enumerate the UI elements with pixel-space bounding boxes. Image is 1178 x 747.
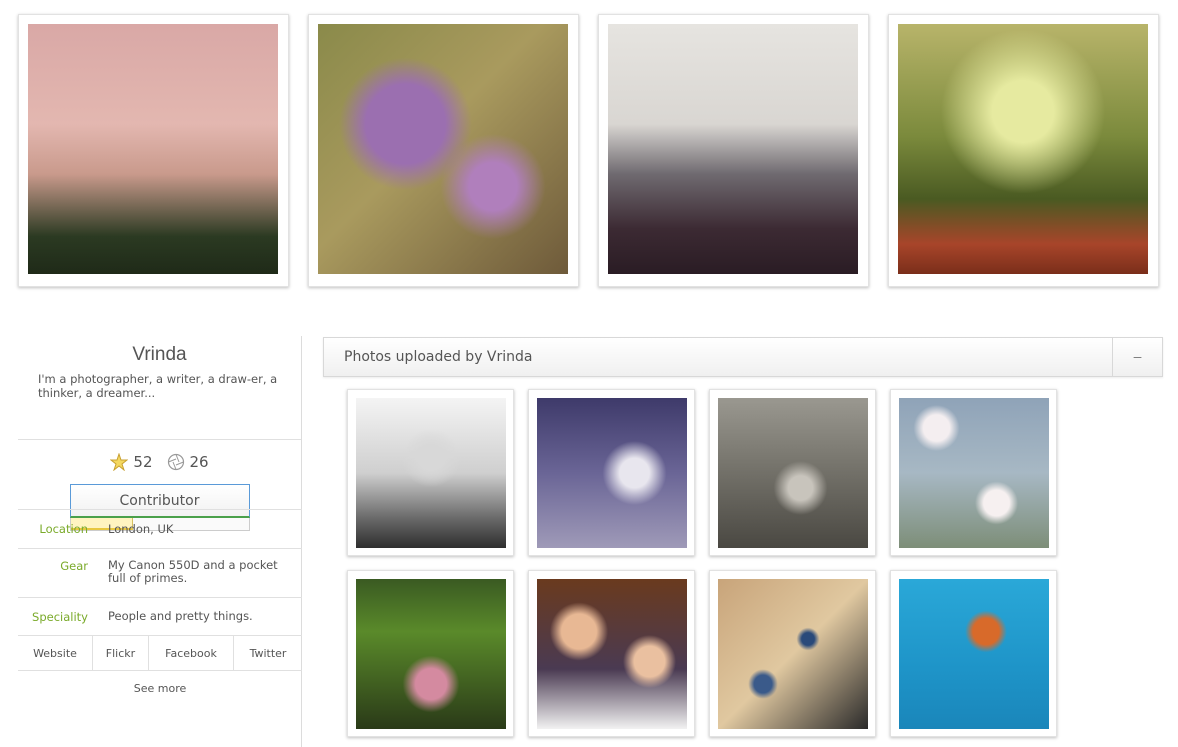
- website-link[interactable]: Website: [18, 636, 93, 670]
- gear-value: My Canon 550D and a pocket full of prime…: [108, 558, 278, 585]
- gear-row: Gear My Canon 550D and a pocket full of …: [18, 549, 302, 598]
- upload-thumb[interactable]: [709, 570, 876, 737]
- profile-info-table: Location London, UK Gear My Canon 550D a…: [18, 509, 302, 695]
- photo-image: [898, 24, 1148, 274]
- location-label: Location: [39, 522, 88, 536]
- location-value: London, UK: [108, 521, 174, 536]
- profile-sidebar: Vrinda I'm a photographer, a writer, a d…: [18, 336, 302, 747]
- facebook-link[interactable]: Facebook: [149, 636, 234, 670]
- photo-image: [356, 579, 506, 729]
- location-row: Location London, UK: [18, 510, 302, 549]
- upload-thumb[interactable]: [528, 389, 695, 556]
- upload-thumb[interactable]: [709, 389, 876, 556]
- speciality-row: Speciality People and pretty things.: [18, 598, 302, 636]
- aperture-icon: [167, 453, 185, 471]
- photo-image: [608, 24, 858, 274]
- uploads-panel-header: Photos uploaded by Vrinda –: [323, 337, 1163, 377]
- featured-photo-4[interactable]: [888, 14, 1159, 287]
- profile-stats: 52 26: [18, 440, 301, 480]
- aperture-stat: 26: [167, 453, 209, 471]
- photo-image: [28, 24, 278, 274]
- photo-image: [718, 398, 868, 548]
- flickr-link[interactable]: Flickr: [93, 636, 149, 670]
- social-links: Website Flickr Facebook Twitter: [18, 636, 302, 671]
- gear-label: Gear: [60, 559, 88, 573]
- stars-stat: 52: [109, 452, 153, 472]
- upload-thumb[interactable]: [528, 570, 695, 737]
- photo-image: [899, 398, 1049, 548]
- photo-image: [718, 579, 868, 729]
- uploads-title: Photos uploaded by Vrinda: [344, 349, 533, 365]
- upload-thumb[interactable]: [347, 570, 514, 737]
- upload-thumb[interactable]: [890, 570, 1057, 737]
- speciality-value: People and pretty things.: [108, 609, 253, 623]
- featured-photo-2[interactable]: [308, 14, 579, 287]
- profile-bio-section: I'm a photographer, a writer, a draw-er,…: [18, 366, 301, 440]
- photo-image: [318, 24, 568, 274]
- aperture-count: 26: [189, 453, 209, 471]
- featured-photo-1[interactable]: [18, 14, 289, 287]
- upload-thumb[interactable]: [347, 389, 514, 556]
- photo-image: [537, 579, 687, 729]
- profile-name: Vrinda: [132, 344, 187, 365]
- speciality-label: Speciality: [32, 609, 88, 624]
- photo-image: [537, 398, 687, 548]
- photo-image: [899, 579, 1049, 729]
- upload-thumb[interactable]: [890, 389, 1057, 556]
- star-icon: [109, 452, 129, 472]
- photo-image: [356, 398, 506, 548]
- featured-photos: [18, 14, 1160, 288]
- stars-count: 52: [133, 453, 153, 471]
- featured-photo-3[interactable]: [598, 14, 869, 287]
- twitter-link[interactable]: Twitter: [234, 636, 302, 670]
- see-more-link[interactable]: See more: [18, 671, 302, 695]
- collapse-button[interactable]: –: [1112, 338, 1162, 376]
- profile-bio: I'm a photographer, a writer, a draw-er,…: [38, 372, 278, 400]
